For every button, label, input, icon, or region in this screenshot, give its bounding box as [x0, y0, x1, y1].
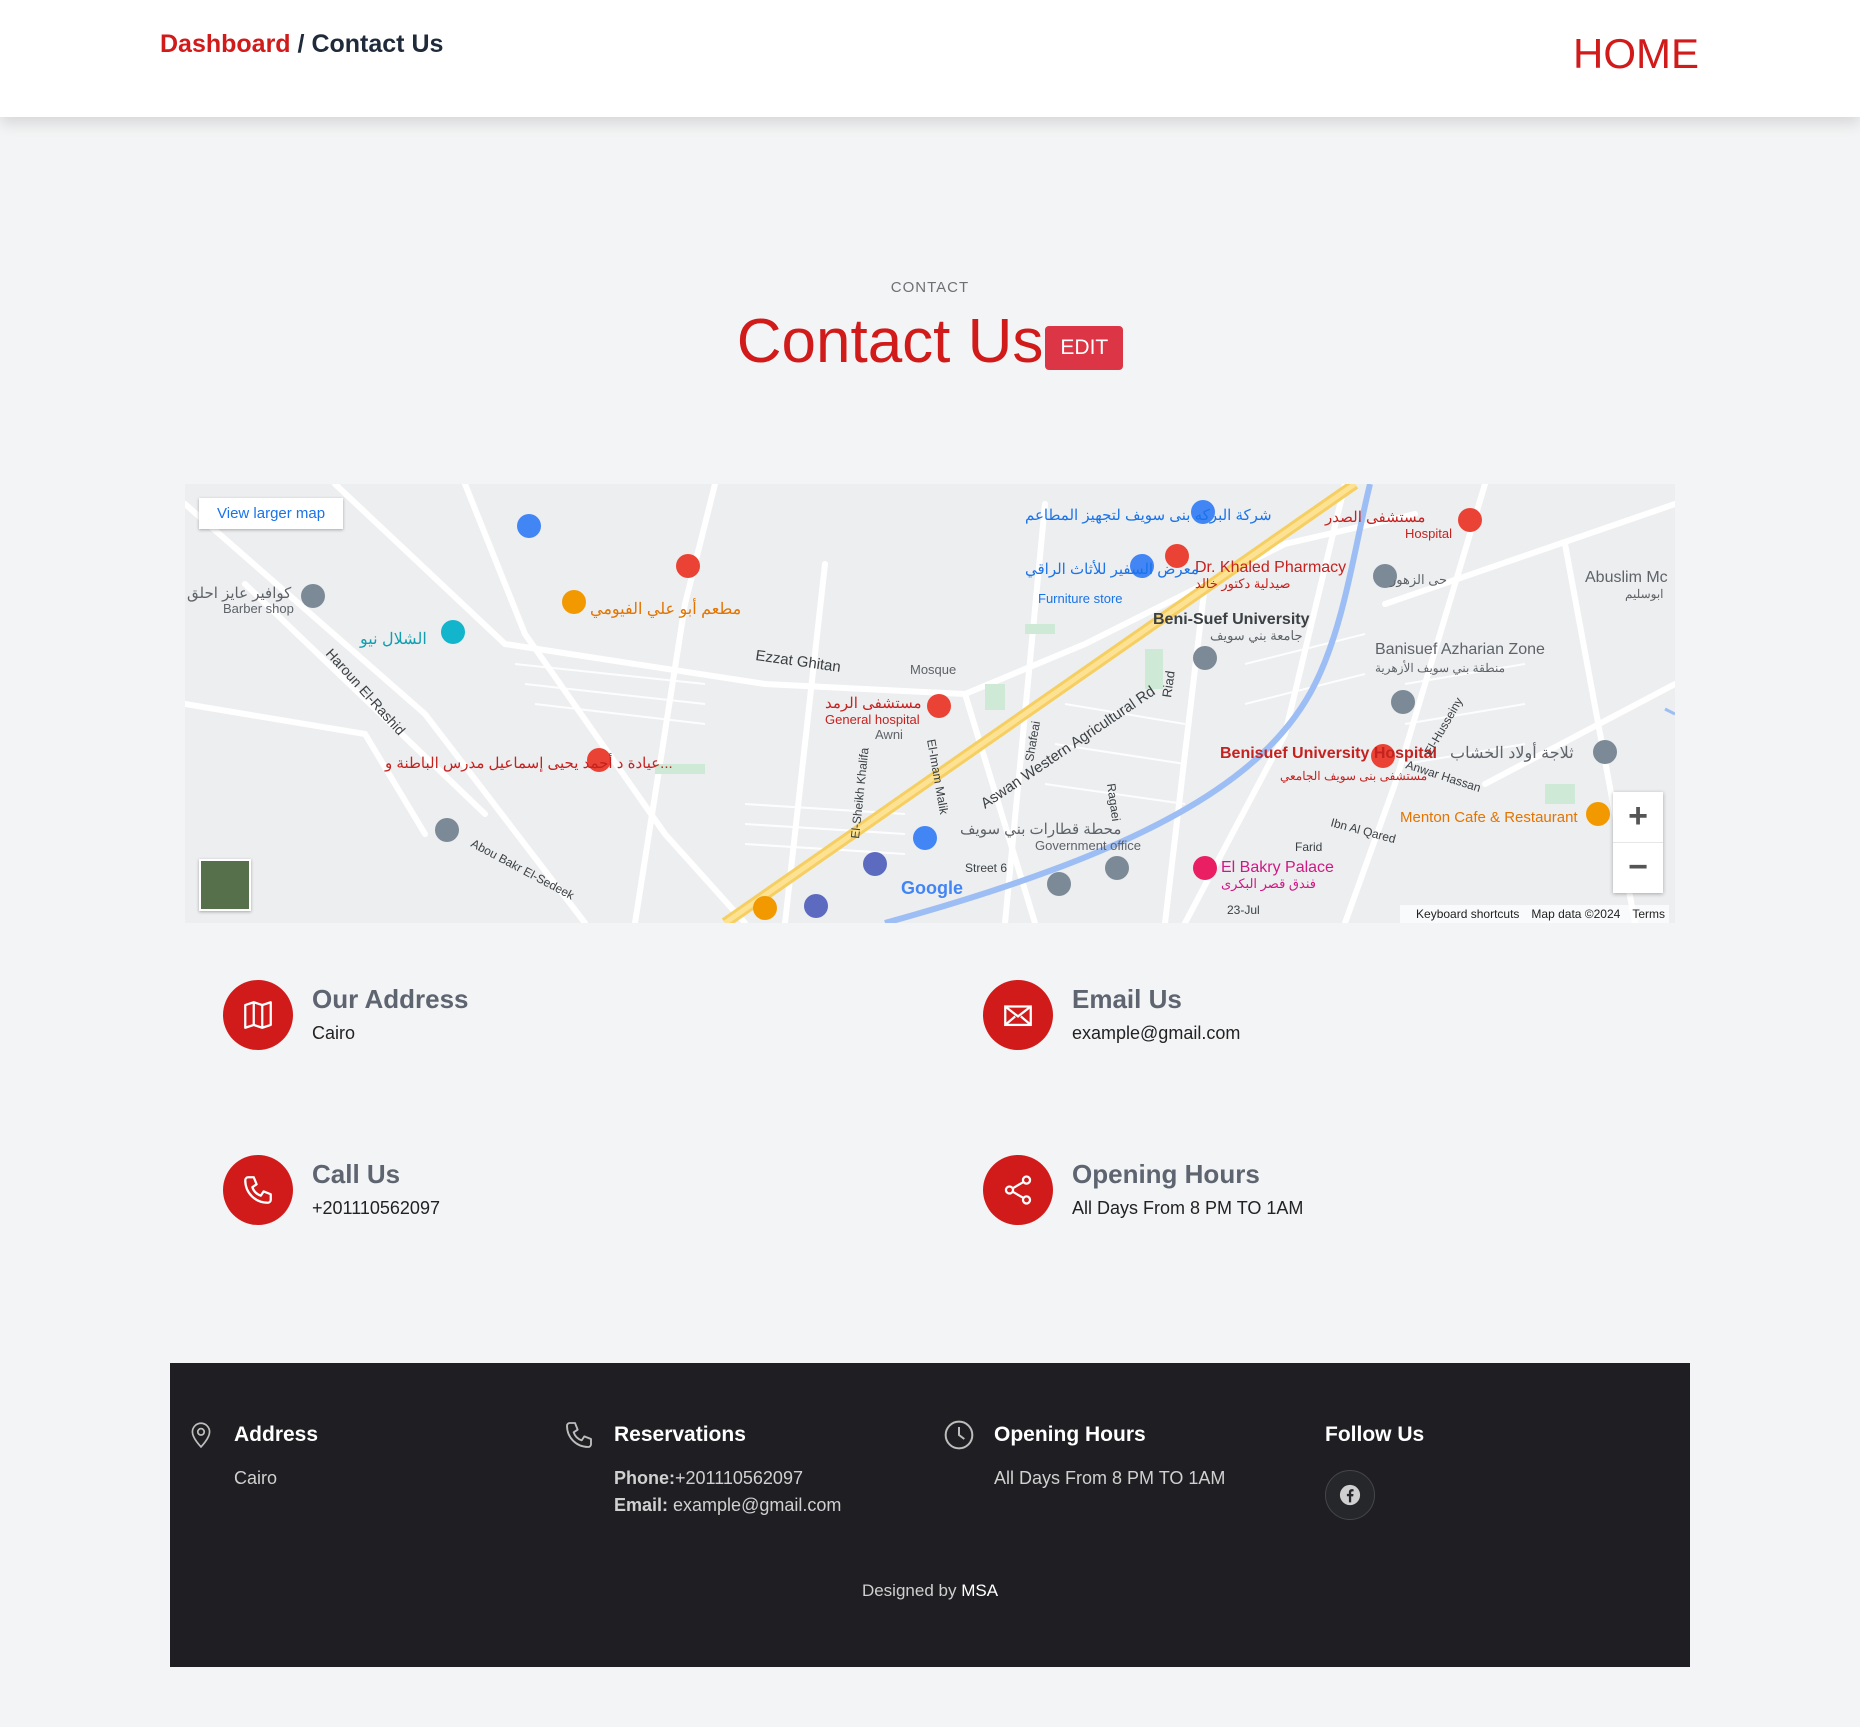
share-icon — [983, 1155, 1053, 1225]
map-label-fayoumi-ar: مطعم أبو علي الفيومي — [590, 598, 741, 618]
map-label-baraka-ar: شركة البركه بنى سويف لتجهيز المطاعم — [1025, 507, 1272, 524]
call-value[interactable]: +201110562097 — [312, 1198, 440, 1219]
breadcrumb-dashboard-link[interactable]: Dashboard — [160, 30, 291, 58]
map-label-riad: Riad — [1159, 670, 1178, 699]
map-attribution: Keyboard shortcuts Map data ©2024 Terms — [1400, 905, 1669, 923]
map-label-hay-zohour: حى الزهور — [1389, 572, 1447, 588]
footer: Address Cairo Reservations Phone:+201110… — [170, 1363, 1690, 1667]
breadcrumb-separator: / — [297, 30, 305, 58]
info-call: Call Us +201110562097 — [223, 1155, 823, 1235]
page-title: Contact Us — [736, 307, 1044, 376]
breadcrumb: Dashboard / Contact Us — [160, 30, 443, 59]
map-label-azhar-zone-ar: منطقة بني سويف الأزهرية — [1375, 660, 1505, 675]
email-value[interactable]: example@gmail.com — [1072, 1023, 1240, 1044]
map-label-hospital: Hospital — [1405, 526, 1452, 541]
map-label-ramad-ar: مستشفى الرمد — [825, 695, 922, 712]
map-label-gov-office: Government office — [1035, 838, 1141, 853]
footer-address-value: Cairo — [234, 1468, 278, 1488]
map-data-text: Map data ©2024 — [1531, 907, 1621, 921]
map-label-23jul: 23-Jul — [1227, 903, 1260, 917]
map-label-abuslim-ar: ابوسليم — [1625, 587, 1664, 601]
footer-email-label: Email: — [614, 1495, 669, 1515]
home-link[interactable]: HOME — [1573, 30, 1699, 78]
map-label-furniture-ar: معرض السفير للأثاث الراقي — [1025, 560, 1199, 578]
satellite-toggle[interactable] — [199, 859, 251, 911]
phone-icon — [223, 1155, 293, 1225]
map-label-ezzat-ghitan: Ezzat Ghitan — [754, 647, 841, 676]
location-pin-icon — [188, 1419, 214, 1454]
address-value: Cairo — [312, 1023, 356, 1043]
map-label-barber: Barber shop — [223, 601, 294, 616]
footer-hours: Opening Hours All Days From 8 PM TO 1AM — [994, 1423, 1225, 1492]
credit-prefix: Designed by — [861, 1581, 962, 1600]
map-label-furniture: Furniture store — [1038, 591, 1123, 606]
breadcrumb-current: Contact Us — [311, 30, 444, 58]
map-label-khashab: ثلاجة أولاد الخشاب — [1450, 742, 1574, 762]
map-label-dr-khaled-ar: صيدلية دكتور خالد — [1195, 576, 1291, 592]
section-title-wrap: Contact Us EDIT — [0, 306, 1860, 377]
hours-heading: Opening Hours — [1072, 1159, 1260, 1189]
footer-email-value[interactable]: example@gmail.com — [668, 1495, 841, 1515]
credit-name[interactable]: MSA — [961, 1581, 998, 1600]
footer-phone-label: Phone: — [614, 1468, 675, 1488]
footer-hours-value: All Days From 8 PM TO 1AM — [994, 1468, 1226, 1488]
map-label-general-hospital: General hospital — [825, 712, 920, 727]
footer-phone-value[interactable]: +201110562097 — [675, 1468, 803, 1488]
footer-address: Address Cairo — [234, 1423, 318, 1492]
hours-value: All Days From 8 PM TO 1AM — [1072, 1198, 1304, 1218]
map-label-bakry-ar: فندق قصر البكرى — [1221, 876, 1316, 892]
top-navbar: Dashboard / Contact Us HOME — [0, 0, 1860, 117]
facebook-icon — [1339, 1484, 1361, 1506]
section-eyebrow: CONTACT — [890, 279, 970, 296]
map-label-univ-hospital: Benisuef University Hospital — [1220, 745, 1437, 762]
zoom-out-button[interactable]: − — [1613, 843, 1663, 893]
email-heading: Email Us — [1072, 984, 1182, 1014]
view-larger-map-link[interactable]: View larger map — [199, 498, 344, 529]
address-heading: Our Address — [312, 984, 469, 1014]
map-label-hospital-ar: مستشفى الصدر — [1324, 509, 1425, 526]
info-hours: Opening Hours All Days From 8 PM TO 1AM — [983, 1155, 1583, 1235]
call-heading: Call Us — [312, 1159, 401, 1189]
map-label-bsu-ar: جامعة بني سويف — [1210, 628, 1303, 644]
map-zoom-controls: + − — [1613, 792, 1663, 893]
clock-icon — [943, 1419, 975, 1456]
map-label-ibn-qared: Ibn Al Qared — [1329, 815, 1397, 846]
map-label-bakry: El Bakry Palace — [1221, 859, 1334, 876]
info-address: Our Address Cairo — [223, 980, 823, 1060]
phone-icon — [563, 1419, 595, 1456]
map-label-dr-khaled: Dr. Khaled Pharmacy — [1195, 559, 1346, 576]
footer-follow-title: Follow Us — [1325, 1423, 1425, 1446]
footer-hours-title: Opening Hours — [994, 1423, 1146, 1446]
zoom-in-button[interactable]: + — [1613, 792, 1663, 843]
map-label-awni: Awni — [875, 727, 903, 742]
info-email: Email Us example@gmail.com — [983, 980, 1583, 1060]
facebook-button[interactable] — [1325, 1470, 1375, 1520]
edit-button[interactable]: EDIT — [1045, 325, 1124, 370]
map-label-shallal-ar: الشلال نيو — [359, 631, 427, 648]
map-icon — [223, 980, 293, 1050]
map-label-azhar-zone: Banisuef Azharian Zone — [1375, 641, 1545, 658]
map-label-bsu: Beni-Suef University — [1153, 611, 1310, 628]
map-label-ragaei: Ragaei — [1104, 782, 1123, 822]
map-label-menton: Menton Cafe & Restaurant — [1400, 809, 1578, 826]
map-label-mosque: Mosque — [910, 662, 956, 677]
footer-reservations: Reservations Phone:+201110562097 Email: … — [614, 1423, 841, 1519]
footer-reservations-title: Reservations — [614, 1423, 746, 1446]
terms-link[interactable]: Terms — [1632, 907, 1665, 921]
map-canvas[interactable]: Ezzat Ghitan Mosque Awni Haroun El-Rashi… — [185, 484, 1675, 923]
map-label-clinic-ar: عيادة د أحمد يحيى إسماعيل مدرس الباطنة و… — [384, 753, 673, 772]
google-logo-text: Google — [901, 878, 963, 898]
map-label-abuslim: Abuslim Mc — [1585, 569, 1668, 586]
footer-credit: Designed by MSA — [170, 1581, 1690, 1601]
embedded-map[interactable]: Ezzat Ghitan Mosque Awni Haroun El-Rashi… — [185, 484, 1675, 923]
map-label-farid: Farid — [1295, 840, 1322, 854]
keyboard-shortcuts-link[interactable]: Keyboard shortcuts — [1416, 907, 1519, 921]
map-label-barber-ar: كوافير عايز احلق — [187, 585, 292, 602]
footer-follow: Follow Us — [1325, 1423, 1424, 1447]
map-label-station-ar: محطة قطارات بني سويف — [960, 821, 1121, 838]
footer-address-title: Address — [234, 1423, 319, 1446]
envelope-icon — [983, 980, 1053, 1050]
map-label-street6: Street 6 — [965, 861, 1007, 875]
google-logo: Google — [901, 878, 963, 899]
